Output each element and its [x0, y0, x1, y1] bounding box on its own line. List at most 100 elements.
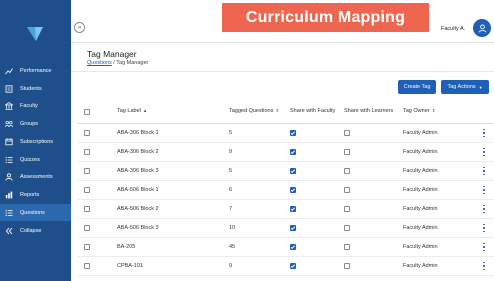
- share-with-faculty-checkbox[interactable]: [290, 225, 296, 231]
- create-tag-button[interactable]: Create Tag: [398, 80, 436, 94]
- sidebar-item-performance[interactable]: Performance: [0, 62, 71, 79]
- more-options-icon[interactable]: [481, 261, 487, 271]
- tag-owner-cell: Faculty Admin: [403, 149, 438, 155]
- tag-owner-cell: Faculty Admin: [403, 225, 438, 231]
- tagged-questions-header-text: Tagged Questions: [229, 108, 274, 114]
- reports-icon: [5, 191, 13, 199]
- tagged-questions-cell: 5: [229, 168, 233, 174]
- more-options-icon[interactable]: [481, 147, 487, 157]
- sidebar-item-label: Reports: [20, 191, 40, 198]
- select-all-checkbox[interactable]: [84, 109, 90, 115]
- tag-label-header-text: Tag Label: [117, 108, 141, 114]
- user-name[interactable]: Faculty A.: [441, 26, 465, 32]
- curriculum-mapping-banner: Curriculum Mapping: [222, 3, 429, 32]
- row-select-checkbox[interactable]: [84, 206, 90, 212]
- logo-icon[interactable]: [27, 27, 43, 41]
- more-options-icon[interactable]: [481, 204, 487, 214]
- share-with-learners-checkbox[interactable]: [344, 130, 350, 136]
- banner-title: Curriculum Mapping: [245, 8, 406, 26]
- share-with-learners-checkbox[interactable]: [344, 225, 350, 231]
- share-with-learners-checkbox[interactable]: [344, 206, 350, 212]
- table-row: ABA-306 Block 1 5 Faculty Admin: [78, 124, 494, 143]
- more-options-icon[interactable]: [481, 128, 487, 138]
- faculty-building-icon: [5, 101, 13, 110]
- sidebar-item-subscriptions[interactable]: Subscriptions: [0, 133, 71, 150]
- groups-icon: [5, 120, 13, 128]
- table-header: Tag Label ▲ Tagged Questions ⇕ Share with …: [78, 100, 494, 124]
- column-header-tag-label[interactable]: Tag Label ▲: [117, 108, 147, 114]
- tag-label-cell: ABA-306 Block 3: [117, 168, 159, 174]
- more-options-icon[interactable]: [481, 242, 487, 252]
- row-select-checkbox[interactable]: [84, 263, 90, 269]
- row-select-checkbox[interactable]: [84, 225, 90, 231]
- more-options-icon[interactable]: [481, 166, 487, 176]
- sidebar-item-label: Collapse: [20, 227, 42, 234]
- tag-owner-cell: Faculty Admin: [403, 187, 438, 193]
- table-row: BA-205 45 Faculty Admin: [78, 238, 494, 257]
- share-with-faculty-checkbox[interactable]: [290, 263, 296, 269]
- share-with-learners-checkbox[interactable]: [344, 263, 350, 269]
- row-select-checkbox[interactable]: [84, 149, 90, 155]
- tagged-questions-cell: 9: [229, 149, 233, 155]
- tagged-questions-cell: 10: [229, 225, 236, 231]
- sidebar-item-collapse[interactable]: Collapse: [0, 222, 71, 239]
- breadcrumb-link-questions[interactable]: Questions: [87, 60, 112, 66]
- sort-both-icon[interactable]: ⇕: [432, 108, 436, 113]
- sidebar-item-groups[interactable]: Groups: [0, 115, 71, 132]
- tagged-questions-cell: 9: [229, 263, 233, 269]
- sidebar-item-questions[interactable]: Questions: [0, 204, 71, 221]
- tag-label-cell: ABA-306 Block 1: [117, 130, 159, 136]
- more-options-icon[interactable]: [481, 185, 487, 195]
- column-header-tag-owner[interactable]: Tag Owner ⇕: [403, 108, 435, 114]
- table-row: ABA-506 Block 3 10 Faculty Admin: [78, 219, 494, 238]
- share-with-faculty-checkbox[interactable]: [290, 187, 296, 193]
- tag-owner-header-text: Tag Owner: [403, 108, 430, 114]
- tagged-questions-cell: 6: [229, 187, 233, 193]
- caret-down-icon: ▼: [478, 84, 483, 90]
- share-with-faculty-checkbox[interactable]: [290, 206, 296, 212]
- column-header-tagged-questions[interactable]: Tagged Questions ⇕: [229, 108, 279, 114]
- tag-label-cell: ABA-506 Block 1: [117, 187, 159, 193]
- title-divider: [71, 71, 494, 72]
- page-title: Tag Manager: [87, 49, 137, 59]
- share-with-faculty-checkbox[interactable]: [290, 149, 296, 155]
- row-select-checkbox[interactable]: [84, 168, 90, 174]
- share-with-learners-checkbox[interactable]: [344, 149, 350, 155]
- sort-ascending-icon[interactable]: ▲: [143, 108, 147, 113]
- sidebar-item-faculty[interactable]: Faculty: [0, 97, 71, 114]
- share-with-learners-checkbox[interactable]: [344, 187, 350, 193]
- breadcrumb-current: Tag Manager: [116, 60, 149, 66]
- sort-both-icon[interactable]: ⇕: [275, 108, 279, 113]
- performance-chart-icon: [5, 67, 13, 75]
- share-with-learners-checkbox[interactable]: [344, 168, 350, 174]
- sidebar-toggle-button[interactable]: »: [74, 22, 85, 33]
- sidebar-item-reports[interactable]: Reports: [0, 186, 71, 203]
- subscriptions-icon: [5, 137, 13, 146]
- row-select-checkbox[interactable]: [84, 244, 90, 250]
- tag-owner-cell: Faculty Admin: [403, 130, 438, 136]
- tag-owner-cell: Faculty Admin: [403, 206, 438, 212]
- collapse-double-chevron-icon: [5, 227, 13, 235]
- tag-label-cell: ABA-506 Block 2: [117, 206, 159, 212]
- sidebar-item-students[interactable]: Students: [0, 80, 71, 97]
- avatar[interactable]: [473, 19, 491, 37]
- share-with-faculty-checkbox[interactable]: [290, 244, 296, 250]
- tagged-questions-cell: 7: [229, 206, 233, 212]
- tag-label-cell: CPBA-101: [117, 263, 143, 269]
- sidebar-item-quizzes[interactable]: Quizzes: [0, 151, 71, 168]
- share-with-faculty-checkbox[interactable]: [290, 168, 296, 174]
- sidebar-item-assessments[interactable]: Assessments: [0, 168, 71, 185]
- students-icon: [5, 84, 13, 93]
- sidebar-item-label: Quizzes: [20, 156, 40, 163]
- tag-label-cell: BA-205: [117, 244, 136, 250]
- tag-actions-button[interactable]: Tag Actions ▼: [441, 80, 489, 94]
- share-with-learners-checkbox[interactable]: [344, 244, 350, 250]
- user-icon: [478, 24, 486, 32]
- share-with-faculty-checkbox[interactable]: [290, 130, 296, 136]
- column-header-share-faculty: Share with Faculty: [290, 108, 336, 114]
- sidebar-item-label: Questions: [20, 209, 45, 216]
- more-options-icon[interactable]: [481, 223, 487, 233]
- sidebar-item-label: Faculty: [20, 102, 38, 109]
- row-select-checkbox[interactable]: [84, 130, 90, 136]
- row-select-checkbox[interactable]: [84, 187, 90, 193]
